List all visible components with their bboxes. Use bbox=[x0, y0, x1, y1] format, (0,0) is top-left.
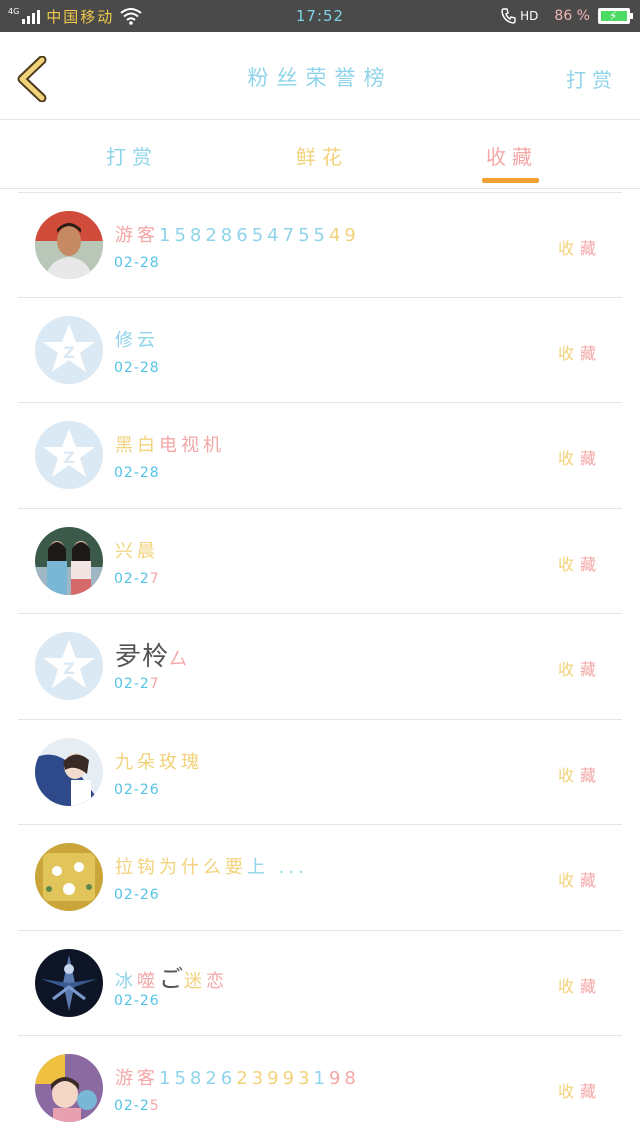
fan-name: 冰噬ご迷恋 bbox=[115, 964, 228, 993]
active-tab-indicator bbox=[482, 178, 539, 183]
fan-name: 游客1582865475549 bbox=[115, 225, 360, 246]
phone-icon bbox=[501, 8, 516, 24]
avatar bbox=[35, 948, 103, 1017]
avatar bbox=[35, 843, 103, 911]
tab-favorites[interactable]: 收藏 bbox=[486, 141, 538, 170]
list-item[interactable]: Z 黑白电视机 02-28 收藏 bbox=[18, 403, 622, 509]
favorite-label: 收藏 bbox=[557, 343, 602, 363]
favorite-label: 收藏 bbox=[557, 976, 602, 996]
call-hd-indicator: HD bbox=[500, 7, 538, 25]
reward-button[interactable]: 打赏 bbox=[566, 64, 618, 93]
fan-date: 02-26 bbox=[114, 781, 160, 798]
fan-date: 02-28 bbox=[114, 465, 160, 481]
avatar bbox=[35, 211, 103, 279]
favorite-label: 收藏 bbox=[557, 765, 602, 785]
fan-date: 02-28 bbox=[114, 359, 160, 376]
battery-percent: 86 % bbox=[554, 8, 590, 24]
list-item[interactable]: 游客1582865475549 02-28 收藏 bbox=[18, 192, 622, 298]
network-type: 4G bbox=[8, 7, 20, 16]
default-avatar-icon: Z bbox=[35, 421, 103, 489]
fan-list: 游客1582865475549 02-28 收藏 Z 修云 02-28 收藏 Z… bbox=[18, 192, 622, 1138]
page-title: 粉丝荣誉榜 bbox=[247, 66, 393, 90]
tab-bar: 打赏 鲜花 收藏 bbox=[0, 121, 640, 189]
default-avatar-icon: Z bbox=[35, 315, 103, 384]
avatar bbox=[35, 737, 103, 806]
charging-icon: ⚡ bbox=[609, 9, 618, 23]
fan-date: 02-26 bbox=[114, 992, 160, 1009]
favorite-label: 收藏 bbox=[557, 1082, 602, 1101]
fan-date: 02-27 bbox=[114, 676, 160, 692]
status-left: 4G 中国移动 bbox=[8, 0, 142, 32]
signal-icon: 4G bbox=[8, 7, 41, 24]
svg-text:Z: Z bbox=[63, 448, 75, 467]
fan-name: 修云 bbox=[115, 329, 159, 351]
favorite-label: 收藏 bbox=[557, 660, 602, 679]
avatar bbox=[35, 526, 103, 595]
tab-reward[interactable]: 打赏 bbox=[106, 141, 158, 170]
status-bar: 4G 中国移动 17:52 HD 86 % ⚡ bbox=[0, 0, 640, 32]
fan-date: 02-27 bbox=[114, 570, 160, 587]
svg-text:Z: Z bbox=[63, 343, 75, 362]
list-item[interactable]: 拉钩为什么要上 ... 02-26 收藏 bbox=[18, 825, 622, 931]
list-item[interactable]: 兴晨 02-27 收藏 bbox=[18, 509, 622, 614]
fan-name: 夛柃厶 bbox=[115, 642, 192, 672]
fan-name: 九朵玫瑰 bbox=[115, 751, 203, 773]
svg-text:Z: Z bbox=[63, 659, 75, 678]
fan-date: 02-26 bbox=[114, 887, 160, 903]
fan-name: 兴晨 bbox=[115, 540, 159, 562]
tab-flowers[interactable]: 鲜花 bbox=[296, 141, 348, 170]
favorite-label: 收藏 bbox=[557, 239, 602, 258]
carrier-label: 中国移动 bbox=[46, 7, 115, 26]
fan-name: 黑白电视机 bbox=[115, 435, 225, 456]
battery-icon: ⚡ bbox=[598, 8, 633, 24]
list-item[interactable]: 冰噬ご迷恋 02-26 收藏 bbox=[18, 931, 622, 1036]
default-avatar-icon: Z bbox=[35, 632, 103, 700]
fan-date: 02-25 bbox=[114, 1098, 160, 1114]
fan-name: 拉钩为什么要上 ... bbox=[115, 857, 308, 878]
wifi-icon bbox=[120, 8, 142, 25]
avatar bbox=[35, 1054, 103, 1122]
list-item[interactable]: Z 修云 02-28 收藏 bbox=[18, 298, 622, 403]
list-item[interactable]: 游客1582623993198 02-25 收藏 bbox=[18, 1036, 622, 1138]
list-item[interactable]: Z 夛柃厶 02-27 收藏 bbox=[18, 614, 622, 720]
favorite-label: 收藏 bbox=[557, 449, 602, 468]
app-header: 粉丝荣誉榜 打赏 bbox=[0, 32, 640, 120]
favorite-label: 收藏 bbox=[557, 871, 602, 890]
hd-label: HD bbox=[520, 9, 539, 23]
list-item[interactable]: 九朵玫瑰 02-26 收藏 bbox=[18, 720, 622, 825]
fan-date: 02-28 bbox=[114, 255, 160, 271]
status-right: HD 86 % ⚡ bbox=[500, 0, 633, 32]
favorite-label: 收藏 bbox=[557, 554, 602, 574]
fan-name: 游客1582623993198 bbox=[115, 1068, 360, 1089]
